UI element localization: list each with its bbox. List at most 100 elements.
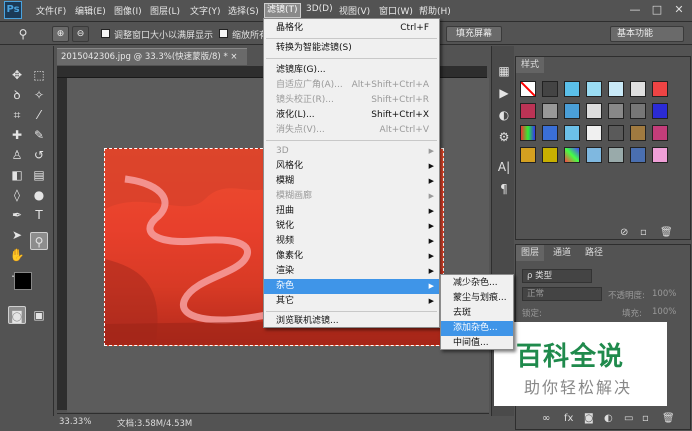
history-brush-icon[interactable]: ↺ xyxy=(30,146,48,164)
mask-icon[interactable]: ◙ xyxy=(584,413,594,424)
healing-brush-icon[interactable]: ✚ xyxy=(8,126,26,144)
eyedropper-icon[interactable]: ⁄ xyxy=(30,106,48,124)
gradient-tool-icon[interactable]: ▤ xyxy=(30,166,48,184)
menu-item-render[interactable]: 渲染 ▶ xyxy=(264,264,439,279)
actions-panel-icon[interactable]: ▶ xyxy=(495,84,513,102)
style-swatch[interactable] xyxy=(608,125,624,141)
style-swatch[interactable] xyxy=(564,125,580,141)
blur-tool-icon[interactable]: ◊ xyxy=(8,186,26,204)
style-swatch[interactable] xyxy=(608,81,624,97)
adjustments-panel-icon[interactable]: ◐ xyxy=(495,106,513,124)
crop-tool-icon[interactable]: ⌗ xyxy=(8,106,26,124)
type-tool-icon[interactable]: T xyxy=(30,206,48,224)
group-icon[interactable]: ▭ xyxy=(624,413,633,424)
style-swatch[interactable] xyxy=(652,147,668,163)
properties-panel-icon[interactable]: ⚙ xyxy=(495,128,513,146)
quick-mask-icon[interactable]: ◙ xyxy=(8,306,26,324)
style-swatch[interactable] xyxy=(564,81,580,97)
adjustment-layer-icon[interactable]: ◐ xyxy=(604,413,613,424)
resize-windows-checkbox[interactable] xyxy=(101,29,110,38)
zoom-level[interactable]: 33.33% xyxy=(59,417,91,427)
style-swatch[interactable] xyxy=(652,125,668,141)
style-swatch[interactable] xyxy=(542,125,558,141)
magic-wand-icon[interactable]: ✧ xyxy=(30,86,48,104)
tab-channels[interactable]: 通道 xyxy=(548,245,576,261)
tab-paths[interactable]: 路径 xyxy=(580,245,608,261)
menu-item-filter-gallery[interactable]: 滤镜库(G)... xyxy=(264,63,439,78)
fx-icon[interactable]: fx xyxy=(564,413,573,424)
style-swatch[interactable] xyxy=(520,103,536,119)
move-tool-icon[interactable]: ✥ xyxy=(8,66,26,84)
marquee-tool-icon[interactable]: ⬚ xyxy=(30,66,48,84)
menu-item-sharpen[interactable]: 锐化 ▶ xyxy=(264,219,439,234)
menu-window[interactable]: 窗口(W) xyxy=(379,4,413,17)
style-swatch[interactable] xyxy=(520,147,536,163)
lasso-tool-icon[interactable]: ꝺ xyxy=(8,86,26,104)
menu-item-convert-smart-filter[interactable]: 转换为智能滤镜(S) xyxy=(264,41,439,56)
menu-item-liquify[interactable]: 液化(L)... Shift+Ctrl+X xyxy=(264,108,439,123)
opacity-value[interactable]: 100% xyxy=(652,289,676,299)
close-button[interactable]: ✕ xyxy=(669,2,689,18)
new-item-icon[interactable]: ▫ xyxy=(640,227,647,238)
new-style-icon[interactable]: ⊘ xyxy=(620,227,628,238)
menu-image[interactable]: 图像(I) xyxy=(114,4,142,17)
fill-screen-button[interactable]: 填充屏幕 xyxy=(446,26,502,42)
style-swatch[interactable] xyxy=(608,147,624,163)
style-swatch[interactable] xyxy=(652,103,668,119)
submenu-item-reduce-noise[interactable]: 减少杂色... xyxy=(441,276,513,291)
menu-select[interactable]: 选择(S) xyxy=(228,4,259,17)
zoom-all-checkbox[interactable] xyxy=(219,29,228,38)
zoom-tool-icon[interactable]: ⚲ xyxy=(30,232,48,250)
tab-layers[interactable]: 图层 xyxy=(516,245,545,261)
style-swatch[interactable] xyxy=(630,103,646,119)
menu-item-distort[interactable]: 扭曲 ▶ xyxy=(264,204,439,219)
menu-help[interactable]: 帮助(H) xyxy=(419,4,451,17)
brush-tool-icon[interactable]: ✎ xyxy=(30,126,48,144)
menu-layer[interactable]: 图层(L) xyxy=(150,4,180,17)
trash-icon[interactable]: 🗑 xyxy=(660,227,673,238)
menu-type[interactable]: 文字(Y) xyxy=(190,4,221,17)
menu-item-pixelate[interactable]: 像素化 ▶ xyxy=(264,249,439,264)
menu-item-other[interactable]: 其它 ▶ xyxy=(264,294,439,309)
submenu-item-dust-scratches[interactable]: 蒙尘与划痕... xyxy=(441,291,513,306)
pen-tool-icon[interactable]: ✒ xyxy=(8,206,26,224)
menu-item-noise[interactable]: 杂色 ▶ xyxy=(264,279,439,294)
menu-item-video[interactable]: 视频 ▶ xyxy=(264,234,439,249)
paragraph-panel-icon[interactable]: ¶ xyxy=(495,180,513,198)
workspace-select[interactable]: 基本功能 xyxy=(610,26,684,42)
layer-kind-filter[interactable]: ρ 类型 xyxy=(522,269,592,283)
new-layer-icon[interactable]: ▫ xyxy=(642,413,649,424)
menu-item-blur[interactable]: 模糊 ▶ xyxy=(264,174,439,189)
menu-item-crystallize[interactable]: 晶格化 Ctrl+F xyxy=(264,21,439,36)
clone-stamp-icon[interactable]: ♙ xyxy=(8,146,26,164)
style-swatch[interactable] xyxy=(586,103,602,119)
zoom-in-icon[interactable]: ⊕ xyxy=(52,26,69,42)
style-swatch[interactable] xyxy=(630,147,646,163)
screen-mode-icon[interactable]: ▣ xyxy=(30,306,48,324)
link-layers-icon[interactable]: ∞ xyxy=(542,413,550,424)
style-swatch[interactable] xyxy=(520,125,536,141)
fill-value[interactable]: 100% xyxy=(652,307,676,317)
history-panel-icon[interactable]: ▦ xyxy=(495,62,513,80)
menu-filter[interactable]: 滤镜(T) xyxy=(264,3,301,18)
eraser-tool-icon[interactable]: ◧ xyxy=(8,166,26,184)
menu-edit[interactable]: 编辑(E) xyxy=(75,4,106,17)
dodge-tool-icon[interactable]: ● xyxy=(30,186,48,204)
style-swatch[interactable] xyxy=(542,103,558,119)
style-swatch[interactable] xyxy=(586,125,602,141)
menu-file[interactable]: 文件(F) xyxy=(36,4,66,17)
style-swatch[interactable] xyxy=(652,81,668,97)
maximize-button[interactable]: □ xyxy=(647,2,667,18)
path-select-icon[interactable]: ➤ xyxy=(8,226,26,244)
character-panel-icon[interactable]: A| xyxy=(495,158,513,176)
menu-view[interactable]: 视图(V) xyxy=(339,4,370,17)
style-swatch[interactable] xyxy=(630,81,646,97)
close-tab-icon[interactable]: × xyxy=(230,52,237,62)
style-swatch[interactable] xyxy=(542,81,558,97)
minimize-button[interactable]: — xyxy=(625,2,645,18)
style-swatch[interactable] xyxy=(542,147,558,163)
style-swatch[interactable] xyxy=(520,81,536,97)
foreground-color-swatch[interactable] xyxy=(14,272,32,290)
style-swatch[interactable] xyxy=(564,147,580,163)
menu-3d[interactable]: 3D(D) xyxy=(306,4,333,14)
